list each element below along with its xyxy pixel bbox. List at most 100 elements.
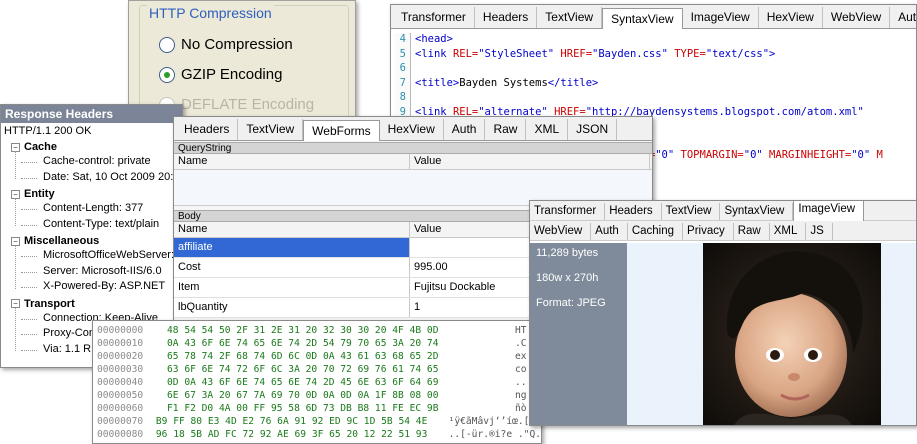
- hex-ascii: ..: [515, 377, 527, 388]
- hex-ascii: ¹ÿ€ãMâvj‘’íœ.[TN: [448, 416, 541, 427]
- imageview-tab-raw[interactable]: Raw: [734, 223, 770, 240]
- imageview-tab-js[interactable]: JS: [806, 223, 833, 240]
- webforms-tab-headers[interactable]: Headers: [176, 119, 239, 140]
- imageview-tab-transformer[interactable]: Transformer: [530, 203, 606, 220]
- imageview-tab-textview[interactable]: TextView: [662, 203, 721, 220]
- code-line[interactable]: 5 <link REL= "StyleSheet" HREF= "Bayden.css…: [395, 47, 916, 62]
- header-item[interactable]: Cache-control: private: [1, 155, 182, 171]
- hex-row[interactable]: 00000000 48 54 54 50 2F 31 2E 31 20 32 30…: [93, 325, 541, 338]
- tree-node-entity[interactable]: − Entity: [1, 186, 182, 202]
- header-item[interactable]: Content-Length: 377: [1, 202, 182, 218]
- imageview-tab-privacy[interactable]: Privacy: [683, 223, 734, 240]
- webforms-tab-hexview[interactable]: HexView: [380, 119, 444, 140]
- webforms-tab-raw[interactable]: Raw: [485, 119, 527, 140]
- hex-row[interactable]: 00000050 6E 67 3A 20 67 7A 69 70 0D 0A 0D…: [93, 390, 541, 403]
- imageview-tab-auth[interactable]: Auth: [591, 223, 628, 240]
- webforms-tab-auth[interactable]: Auth: [444, 119, 486, 140]
- syntax-tab-webview[interactable]: WebView: [823, 7, 891, 28]
- compression-title: HTTP Compression: [147, 5, 274, 21]
- radio-button-selected-icon[interactable]: [159, 66, 175, 83]
- webforms-tab-bar: Headers TextView WebForms HexView Auth Raw XML…: [174, 117, 652, 141]
- line-number: 7: [395, 76, 411, 91]
- imageview-tab-headers[interactable]: Headers: [605, 203, 662, 220]
- line-number: 4: [395, 33, 411, 48]
- webforms-tab-json[interactable]: JSON: [568, 119, 618, 140]
- code-token: TYPE=: [674, 47, 706, 60]
- webforms-tab-textview[interactable]: TextView: [238, 119, 304, 140]
- syntax-tab-headers[interactable]: Headers: [475, 7, 538, 28]
- imageview-tab-bar-top: Transformer Headers TextView SyntaxView Imag…: [530, 201, 916, 221]
- collapse-icon[interactable]: −: [11, 299, 20, 308]
- column-name-header[interactable]: Name: [174, 222, 410, 237]
- syntax-tab-imageview[interactable]: ImageView: [683, 7, 759, 28]
- imageview-tab-xml[interactable]: XML: [770, 223, 807, 240]
- radio-gzip-encoding[interactable]: GZIP Encoding: [159, 66, 282, 83]
- column-value-header[interactable]: Value: [410, 154, 650, 169]
- syntax-tab-transformer[interactable]: Transformer: [393, 7, 475, 28]
- hex-row[interactable]: 00000030 63 6F 6E 74 72 6F 6C 3A 20 70 72…: [93, 364, 541, 377]
- hex-bytes: 65 78 74 2F 68 74 6D 6C 0D 0A 43 61 63 6…: [167, 351, 439, 362]
- syntax-tab-syntaxview[interactable]: SyntaxView: [602, 8, 683, 29]
- tree-node-miscellaneous[interactable]: − Miscellaneous: [1, 233, 182, 249]
- child-photo-image: [703, 243, 881, 425]
- image-format: Format: JPEG: [536, 297, 606, 309]
- imageview-tab-bar-bottom: WebView Auth Caching Privacy Raw XML JS: [530, 221, 916, 241]
- hex-row[interactable]: 00000010 0A 43 6F 6E 74 65 6E 74 2D 54 79…: [93, 338, 541, 351]
- hex-row[interactable]: 00000020 65 78 74 2F 68 74 6D 6C 0D 0A 43…: [93, 351, 541, 364]
- hex-rows: 00000000 48 54 54 50 2F 31 2E 31 20 32 30…: [93, 321, 541, 442]
- code-token: "Bayden.css": [592, 47, 675, 60]
- header-item[interactable]: Server: Microsoft-IIS/6.0: [1, 265, 182, 281]
- status-line[interactable]: HTTP/1.1 200 OK: [1, 123, 182, 139]
- hex-row[interactable]: 00000060 F1 F2 D0 4A 00 FF 95 58 6D 73 DB…: [93, 403, 541, 416]
- column-name-header[interactable]: Name: [174, 154, 410, 169]
- code-line[interactable]: 7 <title> Bayden Systems </title>: [395, 76, 916, 91]
- header-item[interactable]: MicrosoftOfficeWebServer:: [1, 249, 182, 265]
- code-token: "text/css">: [705, 47, 776, 60]
- tree-node-cache[interactable]: − Cache: [1, 139, 182, 155]
- tree-group-entity: − Entity Content-Length: 377 Content-Type…: [1, 186, 182, 233]
- hex-offset: 00000050: [97, 390, 144, 401]
- code-token: "0": [851, 149, 877, 161]
- code-line[interactable]: 6: [395, 62, 916, 77]
- imageview-tab-syntaxview[interactable]: SyntaxView: [720, 203, 794, 220]
- webforms-tab-webforms[interactable]: WebForms: [303, 120, 380, 141]
- hex-bytes: 0D 0A 43 6F 6E 74 65 6E 74 2D 45 6E 63 6…: [167, 377, 439, 388]
- code-token: Bayden Systems: [459, 76, 548, 89]
- querystring-label: QueryString: [174, 142, 652, 154]
- hex-row[interactable]: 00000080 96 18 5B AD FC 72 92 AE 69 3F 65…: [93, 429, 541, 442]
- image-preview-area: [627, 243, 916, 425]
- imageview-tab-caching[interactable]: Caching: [628, 223, 684, 240]
- syntax-tab-textview[interactable]: TextView: [537, 7, 603, 28]
- hex-row[interactable]: 00000070 B9 FF 80 E3 4D E2 76 6A 91 92 ED…: [93, 416, 541, 429]
- hex-ascii: ng: [515, 390, 527, 401]
- imageview-tab-webview[interactable]: WebView: [530, 223, 592, 240]
- code-token: HREF=: [560, 47, 593, 60]
- header-item[interactable]: Date: Sat, 10 Oct 2009 20:: [1, 171, 182, 187]
- code-token: REL=: [452, 47, 479, 60]
- hex-ascii: ñò: [515, 403, 527, 414]
- hexview-panel[interactable]: 00000000 48 54 54 50 2F 31 2E 31 20 32 30…: [92, 320, 542, 444]
- imageview-tab-imageview[interactable]: ImageView: [793, 201, 865, 221]
- image-info-sidebar: 11,289 bytes 180w x 270h Format: JPEG: [530, 243, 627, 425]
- header-item[interactable]: Content-Type: text/plain: [1, 218, 182, 234]
- hex-ascii: .C: [515, 338, 527, 349]
- syntax-tab-auth[interactable]: Auth: [890, 7, 916, 28]
- radio-button-icon[interactable]: [159, 36, 175, 53]
- line-number: 5: [395, 47, 411, 62]
- radio-no-compression[interactable]: No Compression: [159, 36, 293, 53]
- webforms-tab-xml[interactable]: XML: [526, 119, 569, 140]
- code-line[interactable]: 4 <head>: [395, 33, 916, 48]
- hex-ascii: co: [515, 364, 527, 375]
- header-item[interactable]: X-Powered-By: ASP.NET: [1, 280, 182, 296]
- hex-row[interactable]: 00000040 0D 0A 43 6F 6E 74 65 6E 74 2D 45…: [93, 377, 541, 390]
- code-line[interactable]: 8: [395, 91, 916, 106]
- tree-group-miscellaneous: − Miscellaneous MicrosoftOfficeWebServer:…: [1, 233, 182, 296]
- collapse-icon[interactable]: −: [11, 142, 20, 152]
- tree-node-transport[interactable]: − Transport: [1, 296, 182, 312]
- syntaxview-tab-bar: Transformer Headers TextView SyntaxView Imag…: [391, 5, 916, 29]
- hex-bytes: 48 54 54 50 2F 31 2E 31 20 32 30 30 20 4…: [167, 325, 439, 336]
- collapse-icon[interactable]: −: [11, 189, 20, 199]
- hex-ascii: ex: [515, 351, 527, 362]
- syntax-tab-hexview[interactable]: HexView: [759, 7, 823, 28]
- collapse-icon[interactable]: −: [11, 236, 20, 246]
